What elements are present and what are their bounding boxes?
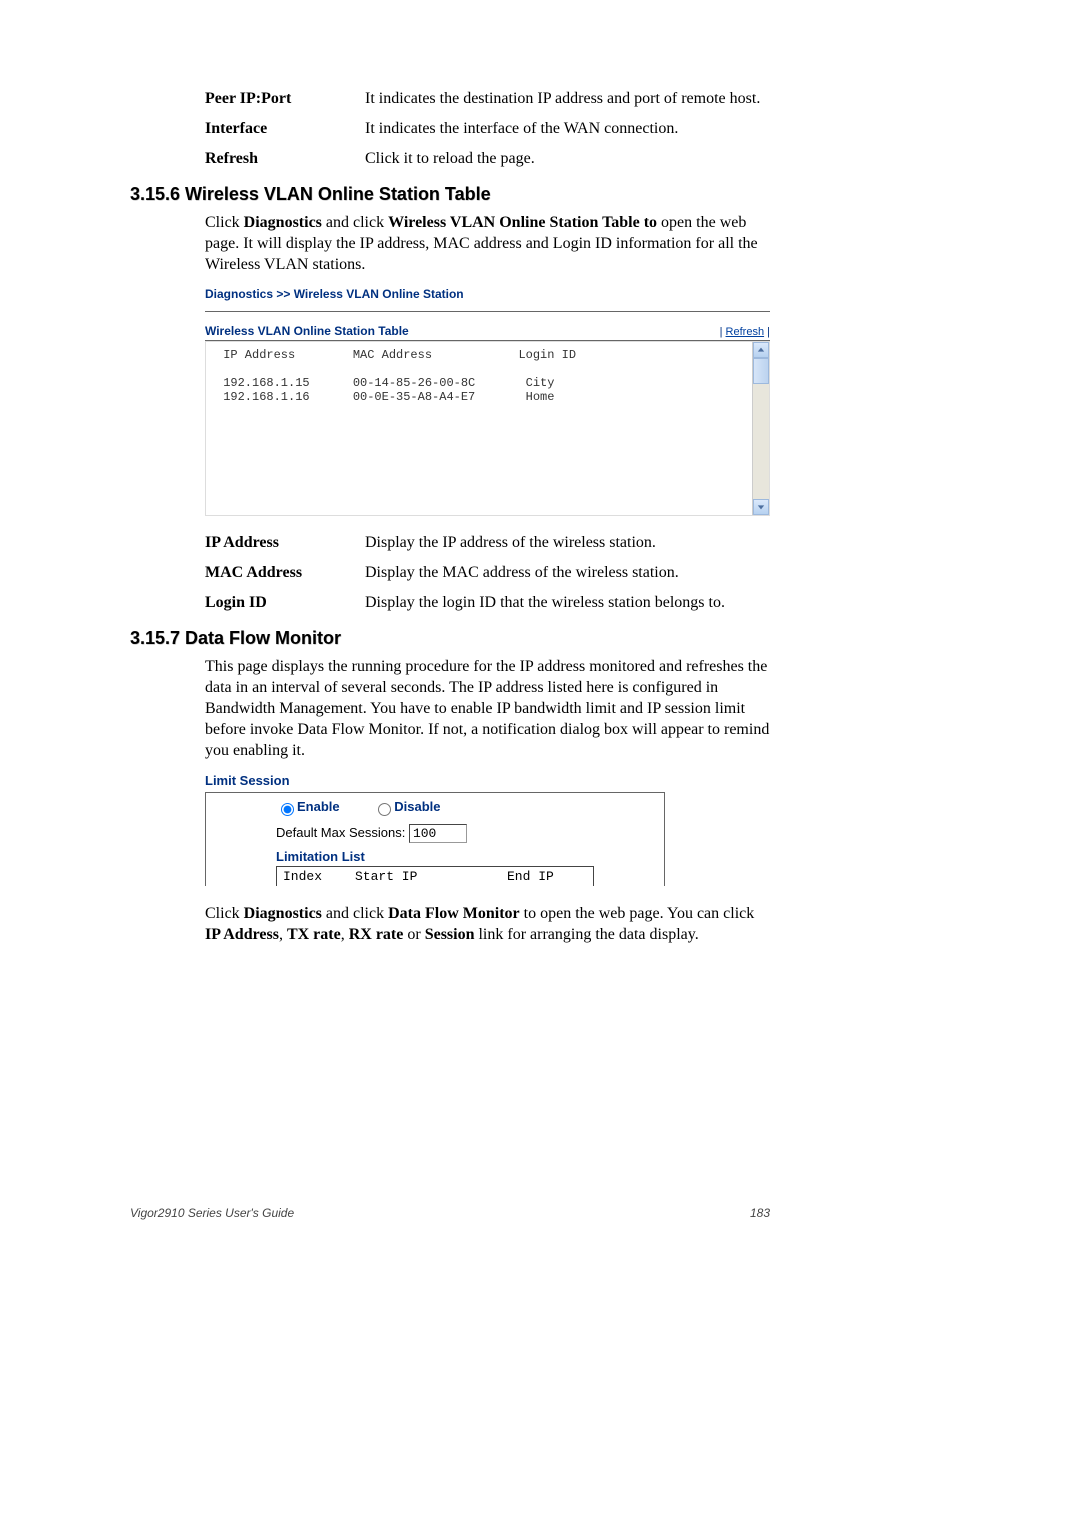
- def-desc: Display the login ID that the wireless s…: [365, 594, 770, 612]
- diag-breadcrumb: Diagnostics >> Wireless VLAN Online Stat…: [205, 287, 770, 301]
- scroll-up-icon[interactable]: [753, 342, 769, 358]
- sessions-input[interactable]: [409, 824, 467, 843]
- station-table-content: IP Address MAC Address Login ID 192.168.…: [206, 342, 769, 410]
- def-row-mac: MAC Address Display the MAC address of t…: [205, 564, 770, 582]
- footer-page-number: 183: [750, 1206, 770, 1220]
- section2-body: This page displays the running procedure…: [205, 657, 770, 761]
- def-desc: Display the IP address of the wireless s…: [365, 534, 770, 552]
- station-header: Wireless VLAN Online Station Table | Ref…: [205, 324, 770, 341]
- def-term: MAC Address: [205, 564, 365, 582]
- sep2: |: [764, 326, 770, 338]
- col-start: Start IP: [355, 869, 507, 884]
- station-listbox: IP Address MAC Address Login ID 192.168.…: [205, 341, 770, 516]
- def-desc: Click it to reload the page.: [365, 150, 770, 168]
- enable-disable-row: Enable Disable: [276, 799, 594, 816]
- closing-paragraph: Click Diagnostics and click Data Flow Mo…: [205, 904, 770, 946]
- definition-list-top: Peer IP:Port It indicates the destinatio…: [205, 90, 770, 168]
- def-term: IP Address: [205, 534, 365, 552]
- refresh-group: | Refresh |: [720, 326, 770, 338]
- def-row-interface: Interface It indicates the interface of …: [205, 120, 770, 138]
- section1-body: Click Diagnostics and click Wireless VLA…: [205, 213, 770, 275]
- section-heading-3156: 3.15.6 Wireless VLAN Online Station Tabl…: [130, 184, 770, 205]
- section-heading-3157: 3.15.7 Data Flow Monitor: [130, 628, 770, 649]
- col-index: Index: [283, 869, 355, 884]
- diagnostics-screenshot: Diagnostics >> Wireless VLAN Online Stat…: [205, 287, 770, 516]
- def-row-login: Login ID Display the login ID that the w…: [205, 594, 770, 612]
- station-table-title: Wireless VLAN Online Station Table: [205, 324, 409, 338]
- def-term: Login ID: [205, 594, 365, 612]
- def-term: Interface: [205, 120, 365, 138]
- limit-session-title: Limit Session: [205, 773, 770, 788]
- def-desc: Display the MAC address of the wireless …: [365, 564, 770, 582]
- limit-session-box: Enable Disable Default Max Sessions: Lim…: [205, 792, 665, 886]
- enable-radio[interactable]: [281, 803, 294, 816]
- def-term: Refresh: [205, 150, 365, 168]
- limit-session-screenshot: Limit Session Enable Disable Default Max…: [205, 773, 770, 886]
- page-footer: Vigor2910 Series User's Guide 183: [130, 1206, 770, 1220]
- def-row-refresh: Refresh Click it to reload the page.: [205, 150, 770, 168]
- limitation-list-title: Limitation List: [276, 849, 594, 864]
- def-term: Peer IP:Port: [205, 90, 365, 108]
- disable-radio[interactable]: [378, 803, 391, 816]
- col-end: End IP: [507, 869, 587, 884]
- disable-radio-label[interactable]: Disable: [373, 799, 440, 814]
- default-max-sessions-row: Default Max Sessions:: [276, 824, 594, 843]
- scroll-down-icon[interactable]: [753, 499, 769, 515]
- footer-left: Vigor2910 Series User's Guide: [130, 1206, 294, 1220]
- def-row-ip: IP Address Display the IP address of the…: [205, 534, 770, 552]
- scrollbar[interactable]: [752, 342, 769, 515]
- disable-text: Disable: [394, 799, 440, 814]
- definition-list-station: IP Address Display the IP address of the…: [205, 534, 770, 612]
- def-desc: It indicates the interface of the WAN co…: [365, 120, 770, 138]
- sessions-label: Default Max Sessions:: [276, 825, 409, 840]
- scroll-thumb[interactable]: [753, 358, 769, 384]
- limitation-list-header: Index Start IP End IP: [276, 866, 594, 886]
- enable-text: Enable: [297, 799, 340, 814]
- refresh-link[interactable]: Refresh: [726, 326, 765, 338]
- enable-radio-label[interactable]: Enable: [276, 799, 370, 814]
- def-row-peer: Peer IP:Port It indicates the destinatio…: [205, 90, 770, 108]
- def-desc: It indicates the destination IP address …: [365, 90, 770, 108]
